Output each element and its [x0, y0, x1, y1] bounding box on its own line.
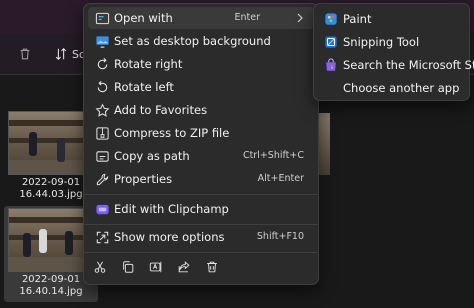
rotate-left-icon — [94, 79, 110, 95]
open-with-submenu: Paint Snipping Tool Search the Microsoft… — [313, 3, 474, 101]
copy-path-icon — [94, 148, 110, 164]
zip-icon — [94, 125, 110, 141]
context-menu: Open with Enter Set as desktop backgroun… — [83, 3, 319, 285]
star-icon — [94, 102, 110, 118]
submenu-item-paint[interactable]: Paint — [318, 8, 465, 30]
rename-icon[interactable] — [148, 259, 164, 275]
trash-icon — [20, 48, 30, 60]
sort-toolbar-button[interactable]: So — [54, 44, 86, 64]
menu-separator — [84, 252, 318, 253]
menu-item-copy-as-path[interactable]: Copy as path Ctrl+Shift+C — [88, 145, 314, 167]
cut-icon[interactable] — [92, 259, 108, 275]
menu-item-show-more-options[interactable]: Show more options Shift+F10 — [88, 226, 314, 248]
menu-item-rotate-left[interactable]: Rotate left — [88, 76, 314, 98]
rotate-right-icon — [94, 56, 110, 72]
menu-item-set-desktop-background[interactable]: Set as desktop background — [88, 30, 314, 52]
delete-icon[interactable] — [204, 259, 220, 275]
menu-separator — [84, 194, 318, 195]
submenu-item-choose-another-app[interactable]: Choose another app — [318, 77, 465, 99]
file-thumbnail — [8, 111, 90, 175]
menu-item-edit-with-clipchamp[interactable]: Edit with Clipchamp — [88, 198, 314, 220]
menu-item-open-with[interactable]: Open with Enter — [88, 7, 314, 29]
copy-icon[interactable] — [120, 259, 136, 275]
menu-item-rotate-right[interactable]: Rotate right — [88, 53, 314, 75]
menu-separator — [84, 224, 318, 225]
paint-icon — [323, 11, 338, 26]
snipping-tool-icon — [323, 34, 338, 49]
clipchamp-icon — [94, 201, 110, 217]
file-thumbnail — [8, 208, 90, 272]
properties-icon — [94, 171, 110, 187]
submenu-item-microsoft-store[interactable]: Search the Microsoft Store — [318, 54, 474, 76]
quick-actions-bar — [84, 254, 318, 280]
open-with-icon — [94, 10, 110, 26]
submenu-item-snipping-tool[interactable]: Snipping Tool — [318, 31, 465, 53]
share-icon[interactable] — [176, 259, 192, 275]
more-options-icon — [94, 229, 110, 245]
partial-file-thumbnail — [318, 113, 330, 175]
menu-item-properties[interactable]: Properties Alt+Enter — [88, 168, 314, 190]
menu-item-add-to-favorites[interactable]: Add to Favorites — [88, 99, 314, 121]
store-icon — [323, 57, 338, 72]
sort-icon — [55, 48, 67, 60]
chevron-right-icon — [297, 13, 303, 23]
menu-item-compress-zip[interactable]: Compress to ZIP file — [88, 122, 314, 144]
delete-toolbar-button[interactable] — [18, 44, 32, 64]
desktop-background-icon — [94, 33, 110, 49]
